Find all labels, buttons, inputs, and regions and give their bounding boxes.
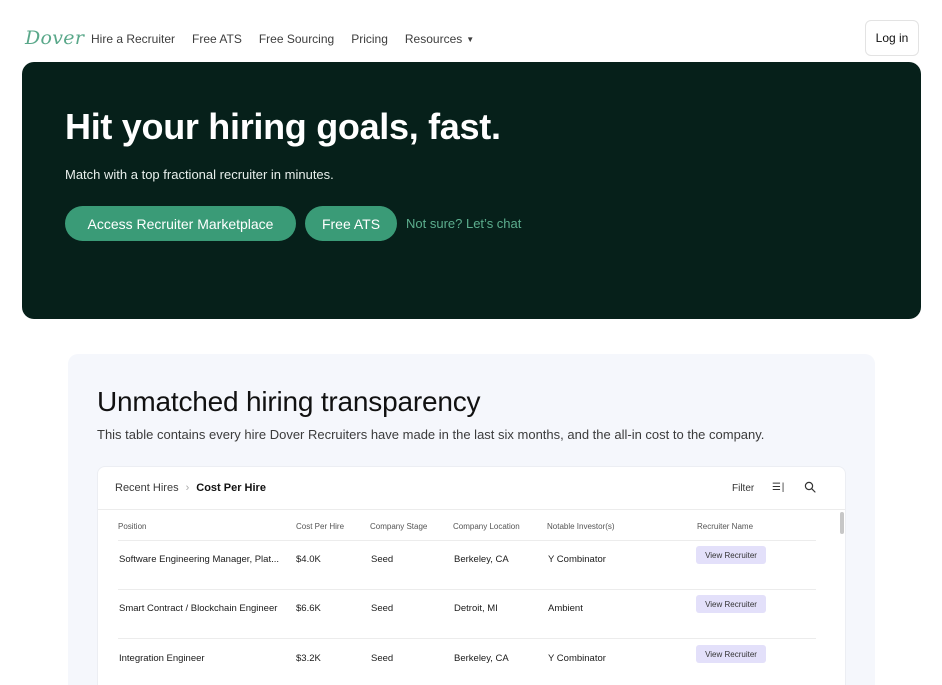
- section-title: Unmatched hiring transparency: [97, 386, 481, 417]
- nav-link-pricing[interactable]: Pricing: [351, 32, 388, 46]
- access-marketplace-button[interactable]: Access Recruiter Marketplace: [65, 206, 296, 241]
- search-icon[interactable]: [804, 481, 816, 493]
- column-header-position[interactable]: Position: [118, 522, 146, 531]
- table-header-row: Position Cost Per Hire Company Stage Com…: [118, 510, 816, 541]
- nav-link-resources-label: Resources: [404, 32, 463, 46]
- column-header-recruiter[interactable]: Recruiter Name: [697, 522, 753, 531]
- hero-subtitle: Match with a top fractional recruiter in…: [65, 167, 334, 182]
- hero-banner: Hit your hiring goals, fast. Match with …: [22, 62, 921, 319]
- column-header-location[interactable]: Company Location: [453, 522, 520, 531]
- section-subtitle: This table contains every hire Dover Rec…: [97, 427, 765, 442]
- view-recruiter-button[interactable]: View Recruiter: [696, 595, 766, 613]
- breadcrumb: Recent Hires › Cost Per Hire: [115, 482, 266, 494]
- nav-link-hire-recruiter[interactable]: Hire a Recruiter: [91, 32, 175, 46]
- nav-link-resources[interactable]: Resources ▼: [405, 32, 474, 46]
- cell-investor: Y Combinator: [548, 653, 606, 664]
- table-scrollbar[interactable]: [840, 512, 844, 534]
- cell-cost: $3.2K: [296, 653, 321, 664]
- dover-logo[interactable]: Dover: [25, 27, 84, 49]
- caret-down-icon: ▼: [466, 35, 475, 44]
- nav-links: Hire a Recruiter Free ATS Free Sourcing …: [91, 32, 491, 46]
- top-nav: Dover Hire a Recruiter Free ATS Free Sou…: [0, 0, 942, 62]
- cell-position: Software Engineering Manager, Plat...: [119, 554, 280, 565]
- table-row: Software Engineering Manager, Plat... $4…: [118, 541, 816, 590]
- cell-investor: Ambient: [548, 603, 583, 614]
- nav-link-free-ats[interactable]: Free ATS: [192, 32, 242, 46]
- columns-icon[interactable]: ☰ |: [772, 482, 784, 493]
- table-row: Integration Engineer $3.2K Seed Berkeley…: [118, 639, 816, 685]
- free-ats-button[interactable]: Free ATS: [305, 206, 397, 241]
- hero-title: Hit your hiring goals, fast.: [65, 106, 501, 147]
- column-header-cost[interactable]: Cost Per Hire: [296, 522, 344, 531]
- hires-table: Recent Hires › Cost Per Hire Filter ☰ | …: [97, 466, 846, 685]
- cell-stage: Seed: [371, 603, 394, 614]
- lets-chat-link[interactable]: Not sure? Let’s chat: [406, 216, 521, 231]
- column-header-stage[interactable]: Company Stage: [370, 522, 427, 531]
- view-recruiter-button[interactable]: View Recruiter: [696, 645, 766, 663]
- cell-position: Integration Engineer: [119, 653, 205, 664]
- breadcrumb-recent-hires[interactable]: Recent Hires: [115, 482, 179, 494]
- transparency-section: Unmatched hiring transparency This table…: [68, 354, 875, 685]
- cell-investor: Y Combinator: [548, 554, 606, 565]
- breadcrumb-cost-per-hire: Cost Per Hire: [196, 482, 266, 494]
- table-row: Smart Contract / Blockchain Engineer $6.…: [118, 590, 816, 639]
- cell-location: Detroit, MI: [454, 603, 498, 614]
- cell-location: Berkeley, CA: [454, 554, 509, 565]
- table-toolbar: Recent Hires › Cost Per Hire Filter ☰ |: [98, 467, 845, 510]
- view-recruiter-button[interactable]: View Recruiter: [696, 546, 766, 564]
- login-button[interactable]: Log in: [865, 20, 919, 56]
- nav-link-free-sourcing[interactable]: Free Sourcing: [259, 32, 334, 46]
- column-header-investors[interactable]: Notable Investor(s): [547, 522, 615, 531]
- chevron-right-icon: ›: [185, 482, 190, 494]
- cell-stage: Seed: [371, 554, 394, 565]
- cell-location: Berkeley, CA: [454, 653, 509, 664]
- cell-cost: $4.0K: [296, 554, 321, 565]
- cell-stage: Seed: [371, 653, 394, 664]
- cell-position: Smart Contract / Blockchain Engineer: [119, 603, 278, 614]
- filter-button[interactable]: Filter: [732, 483, 754, 494]
- cell-cost: $6.6K: [296, 603, 321, 614]
